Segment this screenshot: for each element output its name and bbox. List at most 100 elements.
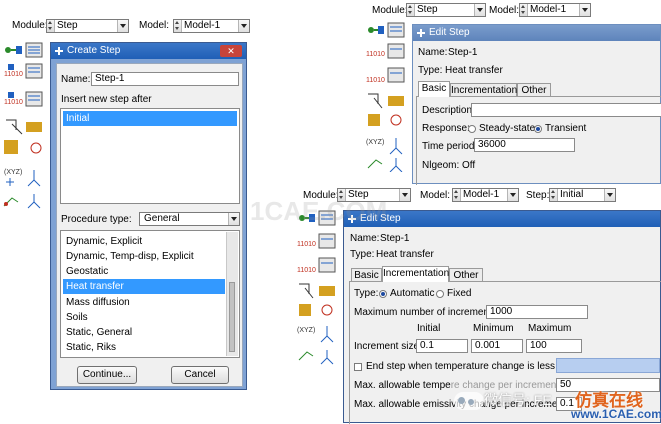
adaptivity-icon[interactable] [299,283,335,299]
create-step-body: Name: Step-1 Insert new step after Initi… [56,63,243,387]
model-combo-bottom[interactable]: Model-1 [452,188,519,202]
tab-other[interactable]: Other [449,268,483,282]
increment-initial-field[interactable]: 0.1 [416,339,468,353]
name-field[interactable]: Step-1 [91,72,239,86]
col-initial-label: Initial [417,323,441,334]
step-manager-icon[interactable] [387,22,405,38]
tab-incrementation[interactable]: Incrementation [382,266,449,282]
create-step-dialog: Create Step ✕ Name: Step-1 Insert new st… [50,42,247,390]
step-value-bottom: Initial [560,189,584,200]
increment-maximum-field[interactable]: 100 [526,339,582,353]
list-item[interactable]: Dynamic, Temp-disp, Explicit [63,249,225,264]
procedure-type-label: Procedure type: [61,214,132,225]
end-step-field[interactable] [556,358,660,373]
name-label: Name: [418,47,448,58]
svg-text:(XYZ): (XYZ) [297,327,315,334]
time-period-field[interactable]: 36000 [474,138,575,152]
history-output-icon[interactable]: 11010 [297,257,336,274]
list-item-initial[interactable]: Initial [63,111,237,126]
tab-incrementation[interactable]: Incrementation [450,83,517,97]
description-field[interactable] [471,103,661,117]
field-output-icon[interactable]: 11010 [366,43,405,59]
chevron-down-icon[interactable] [474,4,485,16]
chevron-down-icon[interactable] [117,20,128,32]
list-item[interactable]: Dynamic, Explicit [63,234,225,249]
tab-other[interactable]: Other [517,83,551,97]
end-step-checkbox[interactable] [354,363,362,371]
model-combo[interactable]: Model-1 [173,19,250,33]
controls-icon[interactable] [4,140,42,154]
max-increments-field[interactable]: 1000 [486,305,588,319]
adaptivity-icon[interactable] [6,119,42,135]
col-maximum-label: Maximum [528,323,572,334]
tab-basic[interactable]: Basic [351,268,382,282]
edit-step-basic-titlebar[interactable]: Edit Step [413,25,660,41]
continue-button[interactable]: Continue... [77,366,137,384]
list-item[interactable]: Soils [63,310,225,325]
close-icon[interactable]: ✕ [220,45,242,57]
datum-icon[interactable] [298,350,334,365]
create-step-icon[interactable] [5,46,22,54]
procedure-scrollbar[interactable] [226,232,238,356]
history-output-icon[interactable]: 11010 [4,91,43,107]
chevron-down-icon[interactable] [228,213,239,225]
model-value-top: Model-1 [530,4,567,15]
create-step-titlebar[interactable]: Create Step ✕ [51,43,246,59]
controls-icon[interactable] [299,304,333,316]
model-combo-top[interactable]: Model-1 [519,3,591,17]
col-minimum-label: Minimum [473,323,514,334]
fixed-radio[interactable] [436,290,444,298]
increment-size-label: Increment size: [354,341,422,352]
name-label: Name: [350,233,380,244]
cancel-button[interactable]: Cancel [171,366,229,384]
xyz-icon[interactable]: (XYZ) [366,138,403,155]
steady-state-radio[interactable] [468,125,476,133]
name-label: Name: [61,74,91,85]
increment-minimum-field[interactable]: 0.001 [471,339,523,353]
watermark-wechat: 微信号: FE [484,392,552,408]
datum-icon[interactable] [3,194,41,209]
module-combo[interactable]: Step [46,19,129,33]
list-item-selected[interactable]: Heat transfer [63,279,225,294]
toolbox-icons: 11010 11010 (XYZ) [3,42,43,209]
transient-radio[interactable] [534,125,542,133]
name-value: Step-1 [380,233,410,244]
xyz-icon[interactable]: (XYZ) [297,326,334,343]
tab-basic[interactable]: Basic [418,81,450,97]
list-item[interactable]: Mass diffusion [63,295,225,310]
history-output-icon[interactable]: 11010 [366,67,405,84]
type-value: Heat transfer [445,65,503,76]
step-label-bottom: Step: [526,190,550,201]
list-item[interactable]: Static, Riks [63,340,225,355]
module-combo-top[interactable]: Step [406,3,486,17]
step-combo-bottom[interactable]: Initial [549,188,616,202]
create-step-icon[interactable] [368,26,384,34]
model-label: Model: [139,20,170,31]
list-item[interactable]: Geostatic [63,264,225,279]
field-output-icon[interactable]: 11010 [4,63,43,79]
datum-icon[interactable] [367,158,403,172]
model-label-bottom: Model: [420,190,451,201]
chevron-down-icon[interactable] [399,189,410,201]
scrollbar-thumb[interactable] [229,282,235,352]
svg-text:(XYZ): (XYZ) [366,139,384,146]
svg-text:11010: 11010 [297,241,316,248]
toolbox-icons-top: 11010 11010 (XYZ) [366,22,405,172]
adaptivity-icon[interactable] [368,93,404,109]
xyz-icon[interactable]: (XYZ) [4,169,41,187]
procedure-list: Dynamic, Explicit Dynamic, Temp-disp, Ex… [60,230,240,358]
automatic-radio[interactable] [379,290,387,298]
edit-step-incr-titlebar[interactable]: Edit Step [344,211,660,227]
controls-icon[interactable] [368,114,402,126]
chevron-down-icon[interactable] [238,20,249,32]
field-output-icon[interactable]: 11010 [297,233,336,249]
name-value: Step-1 [448,47,478,58]
chevron-down-icon[interactable] [507,189,518,201]
chevron-down-icon[interactable] [579,4,590,16]
step-manager-icon[interactable] [25,42,43,58]
procedure-type-combo[interactable]: General [139,212,240,226]
response-label: Response: [422,123,470,134]
list-item[interactable]: Static, General [63,325,225,340]
insert-after-list: Initial [60,108,240,204]
chevron-down-icon[interactable] [604,189,615,201]
